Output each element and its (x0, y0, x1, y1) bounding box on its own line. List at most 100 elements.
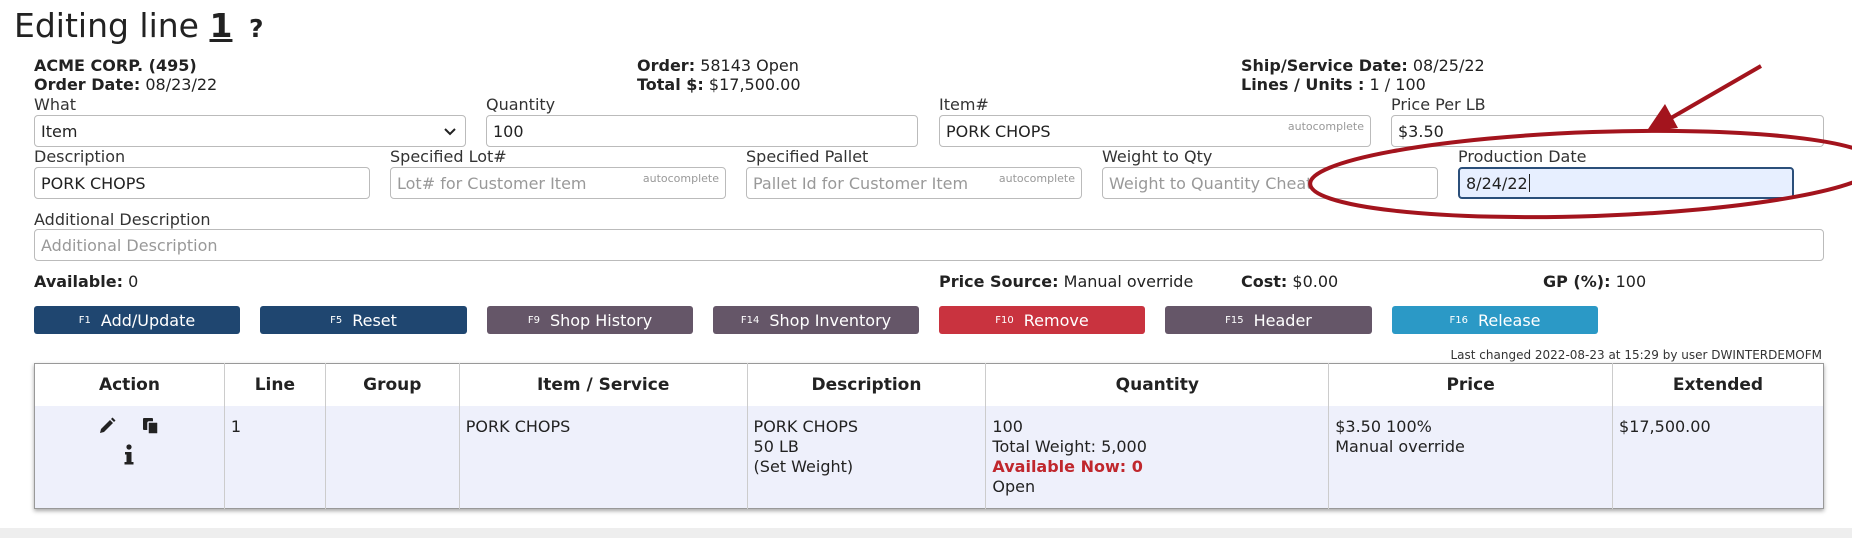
total-value: $17,500.00 (708, 75, 801, 94)
help-icon[interactable]: ? (249, 14, 264, 43)
pallet-label: Specified Pallet (746, 147, 869, 166)
add-update-label: Add/Update (100, 310, 196, 330)
price-source-summary: Price Source: Manual override (939, 272, 1193, 291)
description-line-2: 50 LB (753, 437, 799, 456)
shop-history-label: Shop History (549, 310, 653, 330)
order-info: Order: 58143 Open Total $: $17,500.00 (637, 56, 801, 94)
lot-label: Specified Lot# (390, 147, 507, 166)
production-date-label: Production Date (1458, 147, 1587, 166)
production-date-value: 8/24/22 (1466, 173, 1528, 193)
shop-inventory-button[interactable]: F14 Shop Inventory (713, 306, 919, 334)
last-changed-text: Last changed 2022-08-23 at 15:29 by user… (1450, 348, 1823, 362)
release-key: F16 (1449, 314, 1468, 326)
order-value: 58143 Open (700, 56, 799, 75)
price-source-label: Price Source: (939, 272, 1059, 291)
price-label: Price Per LB (1391, 95, 1486, 114)
col-item-service: Item / Service (458, 363, 748, 406)
pallet-autocomplete-hint: autocomplete (998, 172, 1075, 185)
col-quantity: Quantity (985, 363, 1329, 406)
order-date-label: Order Date: (34, 75, 141, 94)
reset-key: F5 (330, 314, 343, 326)
available-label: Available: (34, 272, 123, 291)
available-summary: Available: 0 (34, 272, 138, 291)
ship-value: 08/25/22 (1412, 56, 1485, 75)
remove-button[interactable]: F10 Remove (939, 306, 1145, 334)
item-input[interactable]: PORK CHOPS autocomplete (939, 115, 1371, 147)
reset-button[interactable]: F5 Reset (260, 306, 467, 334)
col-price: Price (1328, 363, 1613, 406)
weight-input[interactable]: Weight to Quantity Cheat (1102, 167, 1438, 199)
cost-summary: Cost: $0.00 (1241, 272, 1338, 291)
col-description: Description (746, 363, 986, 406)
info-icon-wrap (41, 444, 218, 471)
gp-label: GP (%): (1543, 272, 1611, 291)
weight-placeholder: Weight to Quantity Cheat (1109, 173, 1313, 193)
gp-value: 100 (1615, 272, 1647, 291)
release-button[interactable]: F16 Release (1392, 306, 1598, 334)
text-cursor (1528, 174, 1530, 192)
edit-pencil-icon[interactable] (97, 416, 117, 436)
table-row: 1 PORK CHOPS PORK CHOPS 50 LB (Set Weigh… (34, 406, 1824, 509)
quantity-input[interactable]: 100 (486, 115, 918, 147)
description-value: PORK CHOPS (41, 173, 146, 193)
item-autocomplete-hint: autocomplete (1287, 120, 1364, 133)
col-line: Line (223, 363, 326, 406)
description-label: Description (34, 147, 126, 166)
item-cell: PORK CHOPS (458, 406, 748, 509)
shop-history-key: F9 (527, 314, 540, 326)
order-label: Order: (637, 56, 696, 75)
shop-history-button[interactable]: F9 Shop History (487, 306, 693, 334)
what-label: What (34, 95, 77, 114)
lot-autocomplete-hint: autocomplete (642, 172, 719, 185)
pallet-placeholder: Pallet Id for Customer Item (753, 173, 969, 193)
action-cell (34, 406, 225, 509)
price-line-1: $3.50 100% (1335, 417, 1432, 436)
description-cell: PORK CHOPS 50 LB (Set Weight) (746, 406, 986, 509)
quantity-status: Open (992, 477, 1036, 496)
lot-placeholder: Lot# for Customer Item (397, 173, 587, 193)
reset-label: Reset (352, 310, 397, 330)
release-label: Release (1477, 310, 1541, 330)
lot-input[interactable]: Lot# for Customer Item autocomplete (390, 167, 726, 199)
quantity-line-1: 100 (992, 417, 1023, 436)
cost-value: $0.00 (1292, 272, 1339, 291)
what-value: Item (41, 121, 78, 141)
what-select[interactable]: Item (34, 115, 466, 147)
quantity-value: 100 (493, 121, 524, 141)
pallet-input[interactable]: Pallet Id for Customer Item autocomplete (746, 167, 1082, 199)
price-line-2: Manual override (1335, 437, 1465, 456)
price-input[interactable]: $3.50 (1391, 115, 1824, 147)
production-date-input[interactable]: 8/24/22 (1458, 167, 1794, 199)
group-cell (324, 406, 460, 509)
col-extended: Extended (1612, 363, 1824, 406)
header-button[interactable]: F15 Header (1165, 306, 1372, 334)
table-header-row: Action Line Group Item / Service Descrip… (34, 363, 1824, 406)
item-label: Item# (939, 95, 989, 114)
col-group: Group (324, 363, 460, 406)
ship-info: Ship/Service Date: 08/25/22 Lines / Unit… (1241, 56, 1485, 94)
description-input[interactable]: PORK CHOPS (34, 167, 370, 199)
gp-summary: GP (%): 100 (1543, 272, 1646, 291)
footer-strip (0, 528, 1852, 538)
copy-icon[interactable] (141, 416, 161, 436)
price-source-value: Manual override (1063, 272, 1194, 291)
remove-label: Remove (1023, 310, 1089, 330)
additional-description-placeholder: Additional Description (41, 235, 218, 255)
add-update-button[interactable]: F1 Add/Update (34, 306, 240, 334)
shop-inventory-label: Shop Inventory (769, 310, 892, 330)
header-label: Header (1253, 310, 1312, 330)
additional-description-label: Additional Description (34, 210, 211, 229)
weight-label: Weight to Qty (1102, 147, 1213, 166)
col-action: Action (34, 363, 225, 406)
add-update-key: F1 (78, 314, 91, 326)
quantity-available-now: Available Now: 0 (992, 457, 1143, 476)
customer-info: ACME CORP. (495) Order Date: 08/23/22 (34, 56, 217, 94)
annotation-arrow-line (1669, 64, 1763, 120)
header-key: F15 (1225, 314, 1244, 326)
customer-name: ACME CORP. (495) (34, 56, 197, 75)
total-label: Total $: (637, 75, 704, 94)
additional-description-input[interactable]: Additional Description (34, 229, 1824, 261)
description-line-3: (Set Weight) (753, 457, 854, 476)
description-line-1: PORK CHOPS (753, 417, 859, 436)
info-icon[interactable] (122, 444, 136, 466)
